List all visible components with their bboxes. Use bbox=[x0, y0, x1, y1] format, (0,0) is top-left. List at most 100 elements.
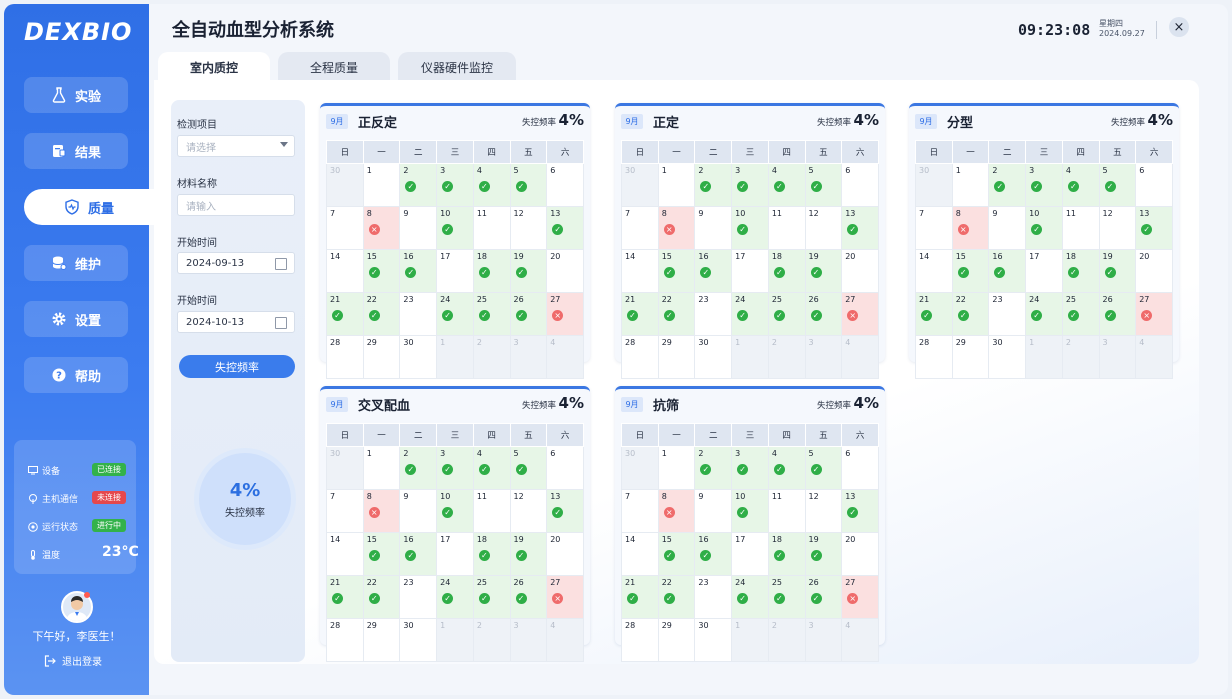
calendar-day[interactable]: 11 bbox=[472, 206, 511, 250]
calendar-day[interactable]: 22 ✓ bbox=[362, 292, 401, 336]
calendar-day[interactable]: 3 ✓ bbox=[1025, 163, 1063, 207]
calendar-day[interactable]: 1 bbox=[731, 618, 769, 662]
sidebar-item-maintenance[interactable]: 维护 bbox=[24, 245, 128, 281]
calendar-day[interactable]: 2 bbox=[472, 618, 511, 662]
calendar-day[interactable]: 6 bbox=[841, 163, 879, 207]
calendar-day[interactable]: 15 ✓ bbox=[657, 532, 696, 576]
calendar-day[interactable]: 7 bbox=[915, 206, 953, 250]
test-item-select[interactable]: 请选择 bbox=[177, 135, 295, 157]
calendar-day[interactable]: 8 × bbox=[362, 489, 401, 533]
calendar-day[interactable]: 19 ✓ bbox=[509, 249, 548, 293]
calendar-day[interactable]: 21 ✓ bbox=[621, 575, 659, 619]
calendar-day[interactable]: 29 bbox=[362, 335, 401, 379]
calendar-day[interactable]: 9 bbox=[694, 489, 733, 533]
calendar-day[interactable]: 25 ✓ bbox=[767, 292, 806, 336]
calendar-day[interactable]: 29 bbox=[362, 618, 401, 662]
calendar-day[interactable]: 16 ✓ bbox=[399, 249, 438, 293]
calendar-day[interactable]: 16 ✓ bbox=[694, 249, 733, 293]
calendar-day[interactable]: 9 bbox=[988, 206, 1027, 250]
calendar-day[interactable]: 20 bbox=[1135, 249, 1173, 293]
calendar-day[interactable]: 14 bbox=[915, 249, 953, 293]
material-name-input[interactable]: 请输入 bbox=[177, 194, 295, 216]
calendar-day[interactable]: 17 bbox=[731, 249, 769, 293]
calendar-day[interactable]: 2 ✓ bbox=[694, 163, 733, 207]
calendar-day[interactable]: 6 bbox=[1135, 163, 1173, 207]
calendar-day[interactable]: 20 bbox=[841, 249, 879, 293]
calendar-day[interactable]: 26 ✓ bbox=[509, 292, 548, 336]
calendar-day[interactable]: 18 ✓ bbox=[1061, 249, 1100, 293]
calendar-day[interactable]: 17 bbox=[731, 532, 769, 576]
calendar-day[interactable]: 9 bbox=[399, 489, 438, 533]
calendar-day[interactable]: 1 bbox=[657, 446, 696, 490]
calendar-day[interactable]: 27 × bbox=[841, 575, 879, 619]
calendar-day[interactable]: 24 ✓ bbox=[731, 292, 769, 336]
calendar-day[interactable]: 30 bbox=[326, 446, 364, 490]
calendar-day[interactable]: 24 ✓ bbox=[436, 575, 474, 619]
calendar-day[interactable]: 23 bbox=[694, 292, 733, 336]
calendar-day[interactable]: 30 bbox=[694, 335, 733, 379]
calendar-day[interactable]: 30 bbox=[915, 163, 953, 207]
calendar-day[interactable]: 4 ✓ bbox=[472, 163, 511, 207]
calendar-day[interactable]: 22 ✓ bbox=[951, 292, 990, 336]
calendar-day[interactable]: 5 ✓ bbox=[804, 163, 843, 207]
calendar-day[interactable]: 7 bbox=[621, 489, 659, 533]
calendar-day[interactable]: 27 × bbox=[546, 292, 584, 336]
calendar-day[interactable]: 26 ✓ bbox=[509, 575, 548, 619]
calendar-day[interactable]: 28 bbox=[326, 335, 364, 379]
calendar-day[interactable]: 29 bbox=[657, 335, 696, 379]
calendar-day[interactable]: 5 ✓ bbox=[804, 446, 843, 490]
start-date-input[interactable]: 2024-09-13 bbox=[177, 252, 295, 274]
calendar-day[interactable]: 18 ✓ bbox=[472, 249, 511, 293]
calendar-day[interactable]: 29 bbox=[951, 335, 990, 379]
calendar-day[interactable]: 29 bbox=[657, 618, 696, 662]
calendar-day[interactable]: 28 bbox=[326, 618, 364, 662]
calendar-day[interactable]: 7 bbox=[326, 489, 364, 533]
calendar-day[interactable]: 19 ✓ bbox=[804, 249, 843, 293]
calendar-day[interactable]: 21 ✓ bbox=[326, 575, 364, 619]
calendar-day[interactable]: 13 ✓ bbox=[841, 489, 879, 533]
calendar-day[interactable]: 1 bbox=[951, 163, 990, 207]
calendar-day[interactable]: 24 ✓ bbox=[436, 292, 474, 336]
tab-internal-qc[interactable]: 室内质控 bbox=[158, 52, 270, 82]
calendar-day[interactable]: 3 bbox=[509, 618, 548, 662]
calendar-day[interactable]: 10 ✓ bbox=[731, 206, 769, 250]
calendar-day[interactable]: 15 ✓ bbox=[362, 532, 401, 576]
calendar-day[interactable]: 1 bbox=[731, 335, 769, 379]
calendar-day[interactable]: 15 ✓ bbox=[657, 249, 696, 293]
calendar-day[interactable]: 23 bbox=[988, 292, 1027, 336]
close-button[interactable]: × bbox=[1169, 17, 1189, 37]
calendar-day[interactable]: 30 bbox=[399, 335, 438, 379]
calendar-day[interactable]: 4 bbox=[546, 335, 584, 379]
calendar-day[interactable]: 17 bbox=[436, 532, 474, 576]
calendar-day[interactable]: 3 ✓ bbox=[731, 163, 769, 207]
calendar-day[interactable]: 18 ✓ bbox=[472, 532, 511, 576]
calendar-day[interactable]: 1 bbox=[436, 335, 474, 379]
calendar-day[interactable]: 4 bbox=[1135, 335, 1173, 379]
calendar-day[interactable]: 15 ✓ bbox=[951, 249, 990, 293]
calendar-day[interactable]: 14 bbox=[326, 532, 364, 576]
calendar-day[interactable]: 10 ✓ bbox=[436, 206, 474, 250]
calendar-day[interactable]: 4 ✓ bbox=[1061, 163, 1100, 207]
calendar-day[interactable]: 2 ✓ bbox=[988, 163, 1027, 207]
calendar-day[interactable]: 11 bbox=[767, 489, 806, 533]
calendar-day[interactable]: 20 bbox=[546, 249, 584, 293]
calendar-day[interactable]: 19 ✓ bbox=[509, 532, 548, 576]
calendar-day[interactable]: 3 ✓ bbox=[436, 163, 474, 207]
calendar-day[interactable]: 3 ✓ bbox=[436, 446, 474, 490]
calendar-day[interactable]: 22 ✓ bbox=[657, 575, 696, 619]
calendar-day[interactable]: 11 bbox=[767, 206, 806, 250]
calendar-day[interactable]: 2 bbox=[1061, 335, 1100, 379]
sidebar-item-experiment[interactable]: 实验 bbox=[24, 77, 128, 113]
calendar-day[interactable]: 25 ✓ bbox=[1061, 292, 1100, 336]
calendar-day[interactable]: 2 ✓ bbox=[399, 446, 438, 490]
calendar-day[interactable]: 9 bbox=[399, 206, 438, 250]
calendar-day[interactable]: 2 bbox=[472, 335, 511, 379]
calendar-day[interactable]: 10 ✓ bbox=[731, 489, 769, 533]
calendar-day[interactable]: 4 ✓ bbox=[767, 163, 806, 207]
calendar-day[interactable]: 25 ✓ bbox=[472, 575, 511, 619]
calendar-day[interactable]: 1 bbox=[362, 163, 401, 207]
sidebar-item-result[interactable]: 结果 bbox=[24, 133, 128, 169]
calendar-day[interactable]: 30 bbox=[399, 618, 438, 662]
calendar-day[interactable]: 3 bbox=[804, 335, 843, 379]
calendar-day[interactable]: 8 × bbox=[657, 206, 696, 250]
